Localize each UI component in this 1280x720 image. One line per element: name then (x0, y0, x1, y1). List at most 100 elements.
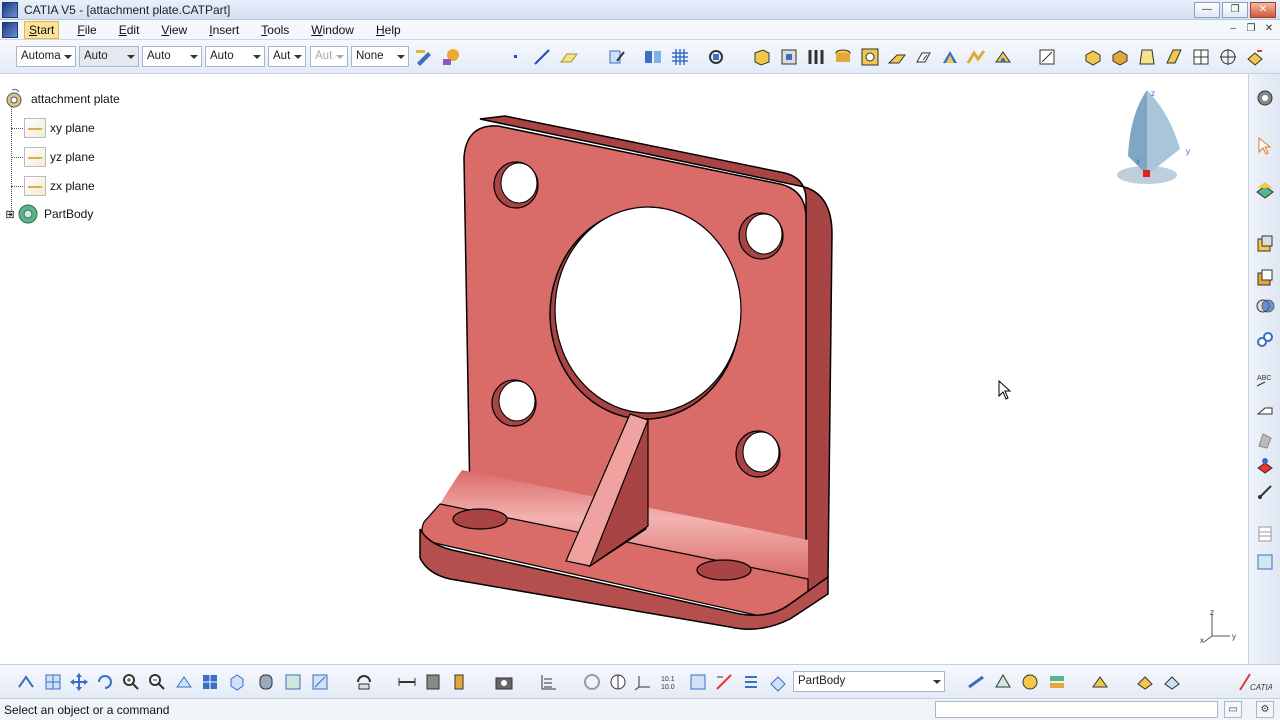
multi-section-solid-icon[interactable] (940, 47, 960, 67)
edge-fillet-icon[interactable] (1083, 47, 1103, 67)
transparency-combo[interactable]: Auto (79, 46, 139, 67)
slot-icon[interactable] (914, 47, 934, 67)
boolean-add-icon[interactable] (1255, 268, 1275, 288)
axis-system-icon[interactable] (634, 672, 654, 692)
work-on-support-icon[interactable] (538, 672, 558, 692)
line-type-combo[interactable]: Auto (205, 46, 265, 67)
color-combo[interactable]: Automa (16, 46, 76, 67)
measure-between-icon[interactable] (397, 672, 417, 692)
minimize-button[interactable]: — (1194, 2, 1220, 18)
rib-icon[interactable] (887, 47, 907, 67)
zoom-in-icon[interactable] (121, 672, 141, 692)
design-table-icon[interactable] (1047, 672, 1067, 692)
doc-minimize-button[interactable]: – (1226, 23, 1240, 36)
shaft-icon[interactable] (806, 47, 826, 67)
material-apply-icon[interactable] (1255, 456, 1275, 476)
line-thickness-combo[interactable]: Auto (142, 46, 202, 67)
current-body-select[interactable]: PartBody (793, 671, 945, 692)
close-button[interactable]: ✕ (1250, 2, 1276, 18)
table-icon[interactable] (1255, 524, 1275, 544)
stiffener-icon[interactable] (966, 47, 986, 67)
measure-item-icon[interactable] (423, 672, 443, 692)
fly-mode-icon[interactable] (16, 672, 36, 692)
scan-icon[interactable] (966, 672, 986, 692)
update-icon[interactable] (354, 672, 374, 692)
compass-icon[interactable]: z y x (1117, 89, 1190, 184)
coordinates-icon[interactable]: 10.110.0 (660, 672, 680, 692)
thickness-icon[interactable] (1191, 47, 1211, 67)
multi-view-icon[interactable] (200, 672, 220, 692)
menu-edit[interactable]: Edit (115, 22, 144, 38)
layer-combo[interactable]: None (351, 46, 409, 67)
power-input-button[interactable]: ▭ (1224, 701, 1242, 718)
remove-face-icon[interactable] (1245, 47, 1265, 67)
doc-close-button[interactable]: ✕ (1262, 23, 1276, 36)
positioned-sketch-icon[interactable] (643, 47, 663, 67)
document-icon[interactable] (2, 21, 18, 38)
apply-material-bottom-icon[interactable] (1162, 672, 1182, 692)
point-symbol-combo[interactable]: Aut (268, 46, 306, 67)
annotation-text-icon[interactable]: ABC (1255, 370, 1275, 390)
settings-gear-icon[interactable] (1255, 88, 1275, 108)
tree-item-partbody[interactable]: ⊞ PartBody (4, 202, 93, 226)
3d-annotation-icon[interactable] (1255, 430, 1275, 450)
frame-icon[interactable] (1255, 552, 1275, 572)
maximize-button[interactable]: ❐ (1222, 2, 1248, 18)
normal-view-icon[interactable] (174, 672, 194, 692)
knowledge-icon[interactable] (993, 672, 1013, 692)
boolean-remove-icon[interactable] (1255, 296, 1275, 316)
constraint-icon[interactable] (1255, 330, 1275, 350)
chamfer-icon[interactable] (1110, 47, 1130, 67)
pad-icon[interactable] (752, 47, 772, 67)
menu-start[interactable]: Start (24, 20, 60, 39)
menu-tools[interactable]: Tools (257, 22, 293, 38)
thread-icon[interactable] (1218, 47, 1238, 67)
sketch-analysis-icon[interactable] (1037, 47, 1057, 67)
tree-item-yz-plane[interactable]: yz plane (24, 147, 95, 167)
painter-icon[interactable] (414, 47, 434, 67)
isometric-view-icon[interactable] (227, 672, 247, 692)
command-input[interactable] (935, 701, 1218, 718)
catalog-browser-icon[interactable] (1090, 672, 1110, 692)
3d-compass-icon[interactable] (1135, 672, 1155, 692)
boolean-assemble-icon[interactable] (1255, 234, 1275, 254)
swap-visible-space-icon[interactable] (310, 672, 330, 692)
select-arrow-icon[interactable] (1255, 136, 1275, 156)
hide-show-icon[interactable] (283, 672, 303, 692)
menu-window[interactable]: Window (307, 22, 358, 38)
view-spin-icon[interactable] (608, 672, 628, 692)
zoom-out-icon[interactable] (147, 672, 167, 692)
pan-icon[interactable] (69, 672, 89, 692)
point-icon[interactable] (506, 47, 526, 67)
shading-icon[interactable] (256, 672, 276, 692)
fit-all-in-icon[interactable] (706, 47, 726, 67)
groove-icon[interactable] (860, 47, 880, 67)
flag-note-icon[interactable] (1255, 400, 1275, 420)
measure-inertia-icon[interactable] (449, 672, 469, 692)
formula-icon[interactable] (1020, 672, 1040, 692)
apply-material-icon[interactable] (441, 47, 461, 67)
doc-restore-button[interactable]: ❐ (1244, 23, 1258, 36)
plane-selection-icon[interactable] (688, 672, 708, 692)
sketcher-icon[interactable] (607, 47, 627, 67)
shell-icon[interactable] (1164, 47, 1184, 67)
capture-icon[interactable] (494, 672, 514, 692)
list-icon[interactable] (741, 672, 761, 692)
menu-file[interactable]: File (73, 22, 100, 38)
solid-combine-icon[interactable] (993, 47, 1013, 67)
tree-root[interactable]: attachment plate (3, 88, 120, 110)
refresh-icon[interactable] (582, 672, 602, 692)
draft-icon[interactable] (1137, 47, 1157, 67)
menu-insert[interactable]: Insert (205, 22, 243, 38)
line-icon[interactable] (532, 47, 552, 67)
sketch-plane-icon[interactable] (1255, 180, 1275, 200)
plane-icon[interactable] (559, 47, 579, 67)
expand-plus-icon[interactable]: ⊞ (4, 208, 16, 221)
tree-item-xy-plane[interactable]: xy plane (24, 118, 95, 138)
status-settings-button[interactable]: ⚙ (1256, 701, 1274, 718)
define-in-work-object-icon[interactable] (768, 672, 788, 692)
grid-snap-icon[interactable] (714, 672, 734, 692)
fit-all-icon[interactable] (43, 672, 63, 692)
menu-help[interactable]: Help (372, 22, 405, 38)
menu-view[interactable]: View (157, 22, 191, 38)
